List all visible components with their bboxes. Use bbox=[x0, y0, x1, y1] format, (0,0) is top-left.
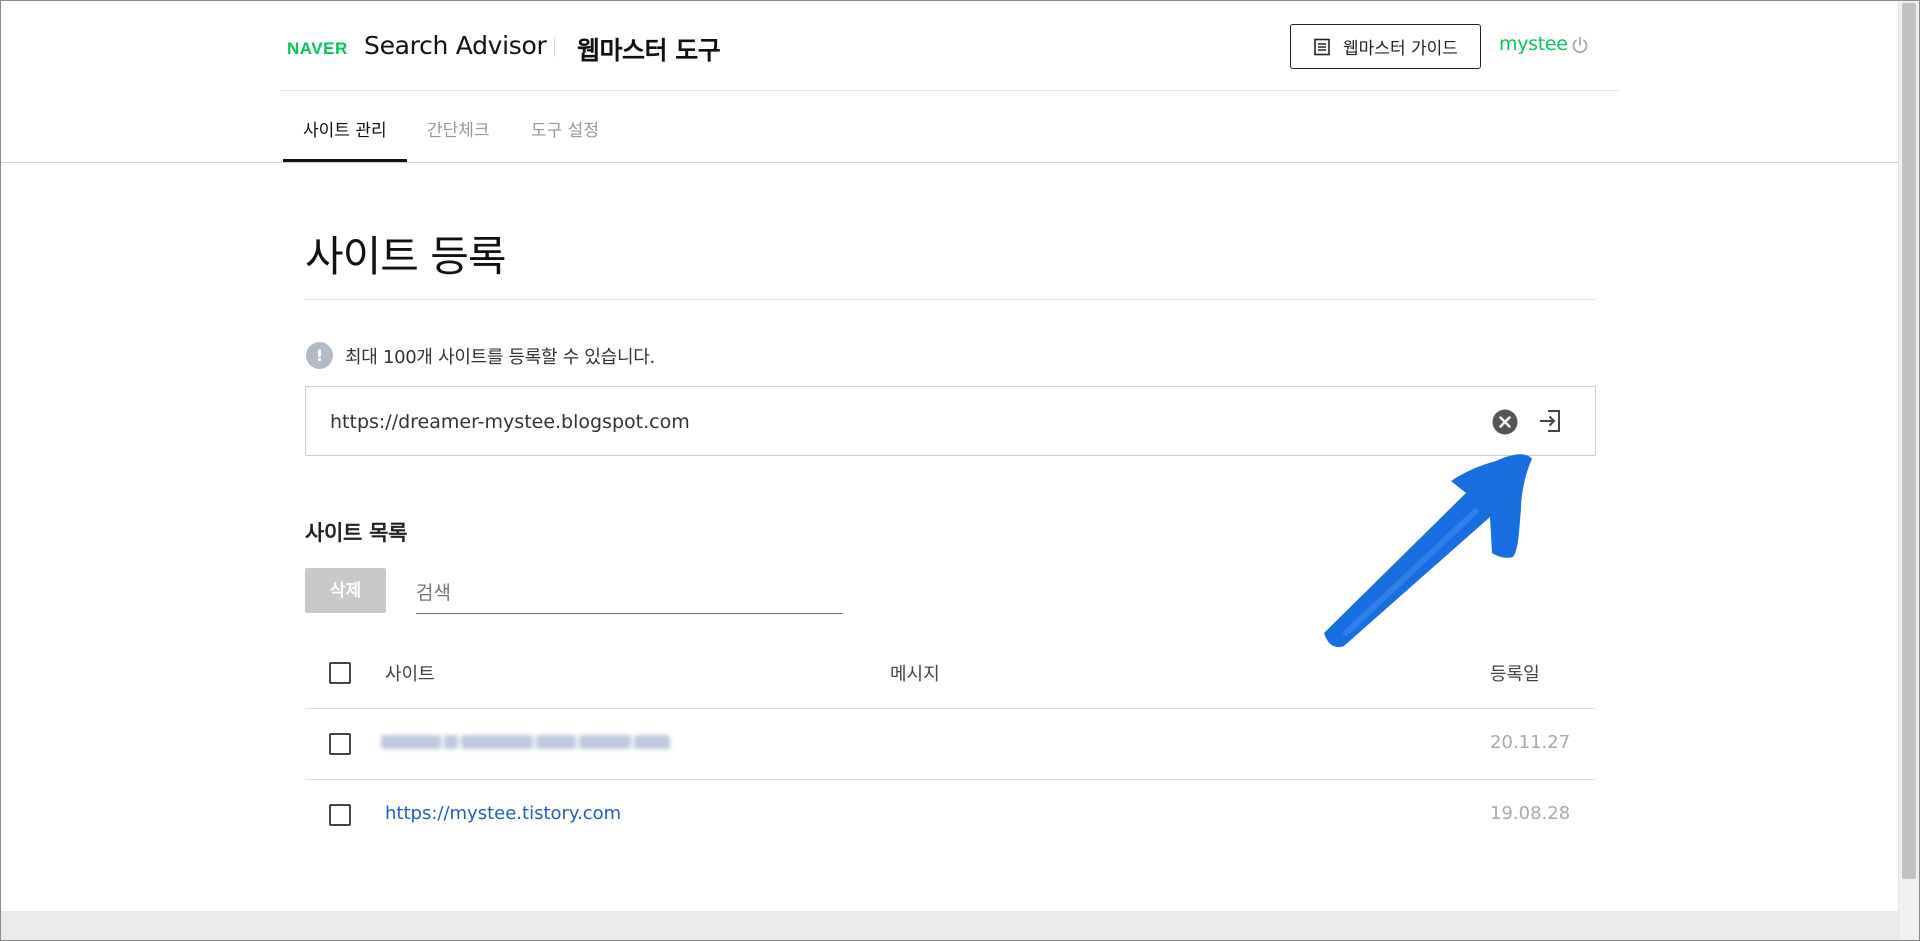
naver-logo[interactable]: NAVER bbox=[287, 39, 348, 59]
row-checkbox[interactable] bbox=[329, 733, 351, 755]
footer-band bbox=[1, 911, 1899, 940]
page-title: 사이트 등록 bbox=[305, 232, 507, 281]
top-header: NAVER Search Advisor 웹마스터 도구 웹마스터 가이드 my… bbox=[281, 1, 1619, 91]
brand-name[interactable]: Search Advisor bbox=[364, 31, 547, 60]
blue-arrow-annotation bbox=[1324, 454, 1532, 648]
tool-name[interactable]: 웹마스터 도구 bbox=[577, 31, 721, 67]
site-list-title: 사이트 목록 bbox=[305, 521, 408, 545]
row-date: 20.11.27 bbox=[1490, 732, 1571, 753]
brand-divider bbox=[554, 37, 555, 57]
header-divider bbox=[305, 708, 1596, 709]
exclamation-circle-icon: ! bbox=[306, 342, 333, 369]
search-input[interactable] bbox=[416, 572, 843, 614]
row-date: 19.08.28 bbox=[1490, 803, 1571, 824]
scrollbar-thumb[interactable] bbox=[1902, 3, 1916, 879]
blurred-site-url[interactable] bbox=[381, 732, 675, 752]
row-divider bbox=[305, 779, 1596, 780]
delete-button[interactable]: 삭제 bbox=[305, 568, 386, 613]
row-checkbox[interactable] bbox=[329, 804, 351, 826]
vertical-scrollbar[interactable] bbox=[1898, 1, 1919, 940]
title-divider bbox=[305, 299, 1596, 300]
clear-x-circle-icon[interactable] bbox=[1492, 409, 1518, 439]
column-header-date: 등록일 bbox=[1490, 664, 1540, 685]
tab-site-management[interactable]: 사이트 관리 bbox=[303, 116, 387, 141]
select-all-checkbox[interactable] bbox=[329, 662, 351, 684]
webmaster-guide-button[interactable]: 웹마스터 가이드 bbox=[1290, 24, 1481, 69]
browser-viewport: NAVER Search Advisor 웹마스터 도구 웹마스터 가이드 my… bbox=[0, 0, 1920, 941]
tab-simple-check[interactable]: 간단체크 bbox=[427, 116, 490, 141]
tabs-divider bbox=[1, 162, 1899, 163]
tab-tool-settings[interactable]: 도구 설정 bbox=[531, 116, 599, 141]
guide-button-label: 웹마스터 가이드 bbox=[1343, 39, 1458, 59]
notice-text: 최대 100개 사이트를 등록할 수 있습니다. bbox=[345, 347, 655, 368]
column-header-site: 사이트 bbox=[385, 664, 435, 685]
power-icon[interactable] bbox=[1570, 35, 1590, 59]
enter-arrow-icon[interactable] bbox=[1537, 408, 1563, 438]
column-header-message: 메시지 bbox=[890, 664, 940, 685]
site-link[interactable]: https://mystee.tistory.com bbox=[385, 803, 621, 824]
site-url-input[interactable] bbox=[330, 405, 1430, 439]
user-name[interactable]: mystee bbox=[1499, 33, 1568, 55]
book-list-icon bbox=[1313, 38, 1331, 56]
